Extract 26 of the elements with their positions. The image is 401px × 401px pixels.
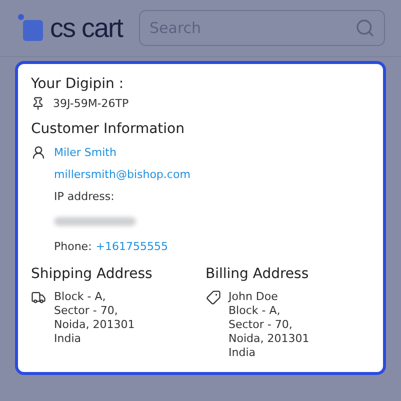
address-line: Block - A, <box>228 304 282 318</box>
customer-name-link[interactable]: Miler Smith <box>54 145 190 160</box>
address-line: Sector - 70, <box>54 304 119 318</box>
address-line: Block - A, <box>54 290 107 304</box>
user-icon <box>31 145 46 160</box>
section-title: Shipping Address <box>31 266 154 282</box>
phone-label: Phone: <box>54 239 92 254</box>
ip-label: IP address: <box>54 189 116 204</box>
logo-icon <box>18 14 44 42</box>
address-line: Noida, 201301 <box>228 332 310 346</box>
tag-icon <box>206 290 220 305</box>
section-title: Billing Address <box>206 266 310 282</box>
address-line: Noida, 201301 <box>54 318 135 332</box>
section-title: Your Digipin : <box>31 76 125 92</box>
search-icon[interactable] <box>355 18 375 38</box>
email-link[interactable]: millersmith@bishop.com <box>54 167 190 182</box>
address-line: India <box>54 332 82 346</box>
digipin-code: 39J-59M-26TP <box>53 96 129 111</box>
pin-icon <box>31 96 45 111</box>
phone-link[interactable]: +161755555 <box>96 239 168 254</box>
address-line: Sector - 70, <box>228 318 294 332</box>
address-line: India <box>228 346 256 360</box>
address-line: John Doe <box>228 290 279 304</box>
truck-icon <box>31 290 46 305</box>
section-title: Customer Information <box>31 121 186 137</box>
logo-text: cs cart <box>50 12 123 44</box>
